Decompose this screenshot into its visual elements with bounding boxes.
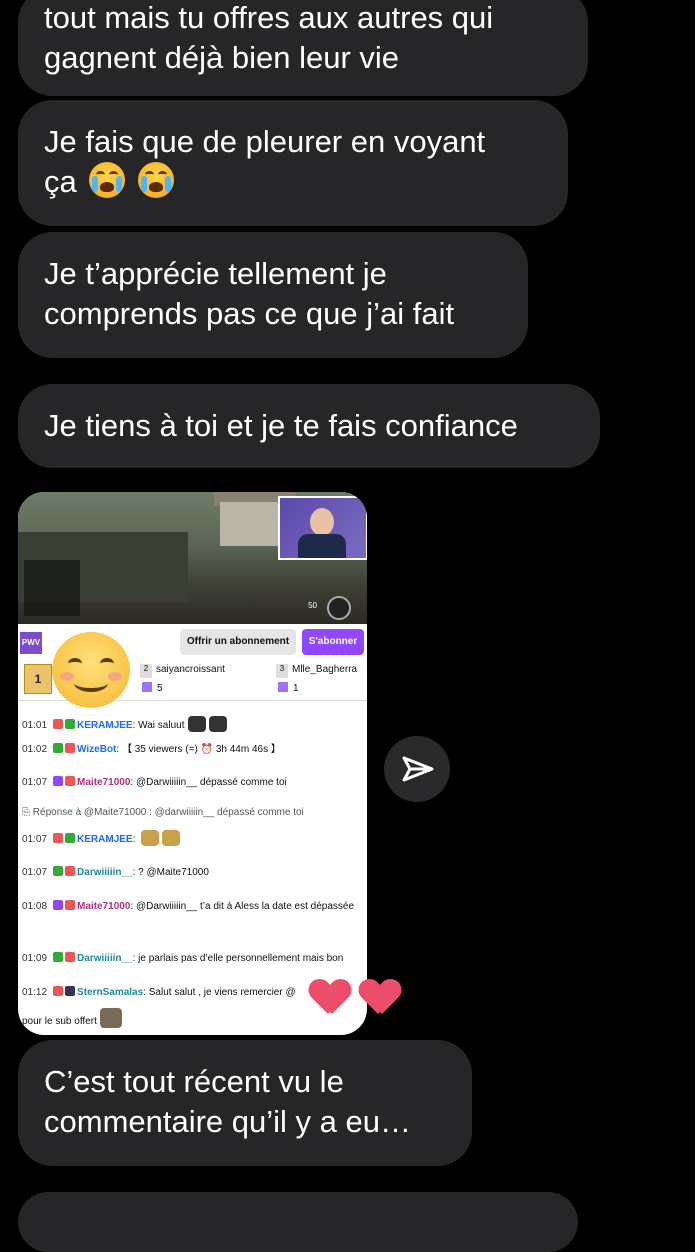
chat-message: je parlais pas d’elle personnellement ma… bbox=[138, 953, 344, 964]
chat-message: 【 35 viewers (=) ⏰ 3h 44m 46s 】 bbox=[121, 744, 281, 755]
message-bubble-4[interactable]: Je tiens à toi et je te fais confiance bbox=[18, 384, 600, 468]
chat-time: 01:02 bbox=[22, 744, 48, 755]
chat-line: 01:07 Maite71000: @Darwiiiiin__ dépassé c… bbox=[22, 776, 362, 789]
chat-user[interactable]: Darwiiiiin__ bbox=[77, 867, 133, 878]
chat-user[interactable]: KERAMJEE bbox=[77, 720, 133, 731]
chat-line: 01:07 Darwiiiiin__: ? @Maite71000 bbox=[22, 866, 362, 879]
chat-line: 01:02 WizeBot: 【 35 viewers (=) ⏰ 3h 44m … bbox=[22, 743, 362, 756]
red-heart-icon bbox=[360, 980, 400, 1016]
video-overlay-number: 50 bbox=[308, 601, 317, 610]
badge-icon bbox=[53, 986, 64, 996]
gift-icon bbox=[142, 682, 152, 692]
badge-icon bbox=[65, 952, 76, 962]
chat-user[interactable]: Darwiiiiin__ bbox=[77, 953, 133, 964]
chat-time: 01:09 bbox=[22, 953, 48, 964]
badge-icon bbox=[65, 743, 76, 753]
emote-icon bbox=[99, 1008, 122, 1028]
emote-icon bbox=[162, 830, 181, 846]
badge-icon bbox=[53, 866, 64, 876]
chat-message: ? @Maite71000 bbox=[138, 867, 209, 878]
share-button[interactable] bbox=[384, 736, 450, 802]
badge-icon bbox=[65, 833, 76, 843]
streamer-webcam bbox=[278, 496, 367, 560]
minimap-icon bbox=[327, 596, 351, 620]
crying-face-icon bbox=[138, 162, 174, 198]
cat-emote-icon bbox=[187, 716, 206, 732]
badge-icon bbox=[53, 900, 64, 910]
message-bubble-3[interactable]: Je t’apprécie tellement je comprends pas… bbox=[18, 232, 528, 358]
gifter-count-wrap: 5 bbox=[142, 682, 163, 694]
chat-user[interactable]: KERAMJEE bbox=[77, 834, 133, 845]
chat-message: pour le sub offert bbox=[22, 1016, 97, 1027]
gifter-name: saiyancroissant bbox=[156, 664, 225, 675]
rank-badge: 3 bbox=[276, 664, 288, 678]
chat-message: Wai saluut bbox=[138, 720, 185, 731]
gifter-count: 1 bbox=[293, 683, 299, 694]
badge-icon bbox=[65, 719, 76, 729]
rank-badge: 2 bbox=[140, 664, 152, 678]
chat-line: 01:01 KERAMJEE: Wai saluut bbox=[22, 716, 362, 732]
chat-reply: ⎘ Réponse à @Maite71000 : @darwiiiiin__ … bbox=[22, 806, 362, 819]
cat-emote-icon bbox=[208, 716, 227, 732]
reply-text: Réponse à @Maite71000 : @darwiiiiin__ dé… bbox=[32, 807, 304, 818]
gifter-name: Mlle_Bagherra bbox=[292, 664, 358, 675]
crying-face-icon bbox=[89, 162, 126, 198]
badge-icon bbox=[53, 743, 64, 753]
chat-user[interactable]: WizeBot bbox=[77, 744, 116, 755]
badge-icon bbox=[53, 952, 64, 962]
badge-icon bbox=[53, 719, 64, 729]
red-heart-icon bbox=[310, 980, 350, 1016]
chat-line: 01:08 Maite71000: @Darwiiiiin__ t’a dit à… bbox=[22, 900, 362, 913]
chat-message: @Darwiiiiin__ dépassé comme toi bbox=[135, 777, 287, 788]
channel-logo: PWV bbox=[20, 632, 42, 654]
chat-user[interactable]: Maite71000 bbox=[77, 777, 130, 788]
stream-video: 50 bbox=[18, 492, 367, 624]
emote-icon bbox=[141, 830, 160, 846]
chat-line: 01:09 Darwiiiiin__: je parlais pas d’elle… bbox=[22, 952, 362, 965]
chat-colon: : bbox=[132, 834, 139, 845]
chat-user[interactable]: SternSamalas bbox=[77, 987, 143, 998]
message-bubble-5[interactable]: C’est tout récent vu le commentaire qu’i… bbox=[18, 1040, 472, 1166]
paper-plane-icon bbox=[402, 756, 434, 782]
gift-subscription-button[interactable]: Offrir un abonnement bbox=[180, 629, 296, 655]
smiling-face-icon bbox=[52, 632, 130, 708]
chat-time: 01:12 bbox=[22, 987, 48, 998]
chat-message: @Darwiiiiin__ t’a dit à Aless la date es… bbox=[135, 901, 355, 912]
reply-icon: ⎘ bbox=[22, 807, 33, 818]
chat-message: Salut salut , je viens remercier @ bbox=[148, 987, 296, 998]
chat-time: 01:08 bbox=[22, 901, 48, 912]
message-bubble-2[interactable]: Je fais que de pleurer en voyant ça bbox=[18, 100, 568, 226]
chat-time: 01:07 bbox=[22, 777, 48, 788]
message-text: tout mais tu offres aux autres qui gagne… bbox=[44, 0, 494, 75]
badge-icon bbox=[65, 776, 76, 786]
badge-icon bbox=[53, 833, 64, 843]
chat-time: 01:01 bbox=[22, 720, 48, 731]
badge-icon bbox=[65, 986, 76, 996]
message-text: Je t’apprécie tellement je comprends pas… bbox=[44, 256, 455, 331]
message-text: Je tiens à toi et je te fais confiance bbox=[44, 408, 518, 443]
chat-time: 01:07 bbox=[22, 867, 48, 878]
message-bubble-1[interactable]: tout mais tu offres aux autres qui gagne… bbox=[18, 0, 588, 96]
gift-rank-1-icon: 1 bbox=[24, 664, 52, 694]
gifter-count-wrap: 1 bbox=[278, 682, 299, 694]
chat-line: 01:07 KERAMJEE: bbox=[22, 830, 362, 846]
badge-icon bbox=[65, 866, 76, 876]
chat-time: 01:07 bbox=[22, 834, 48, 845]
subscribe-button[interactable]: S'abonner bbox=[302, 629, 364, 655]
message-bubble-6[interactable] bbox=[18, 1192, 578, 1252]
gift-icon bbox=[278, 682, 288, 692]
badge-icon bbox=[65, 900, 76, 910]
shared-image-message[interactable]: 50 PWV Offrir un abonnement S'abonner 1 … bbox=[18, 492, 367, 1035]
gifter-count: 5 bbox=[157, 683, 163, 694]
video-hud bbox=[24, 560, 80, 616]
message-text: C’est tout récent vu le commentaire qu’i… bbox=[44, 1064, 411, 1139]
chat-user[interactable]: Maite71000 bbox=[77, 901, 130, 912]
badge-icon bbox=[53, 776, 64, 786]
